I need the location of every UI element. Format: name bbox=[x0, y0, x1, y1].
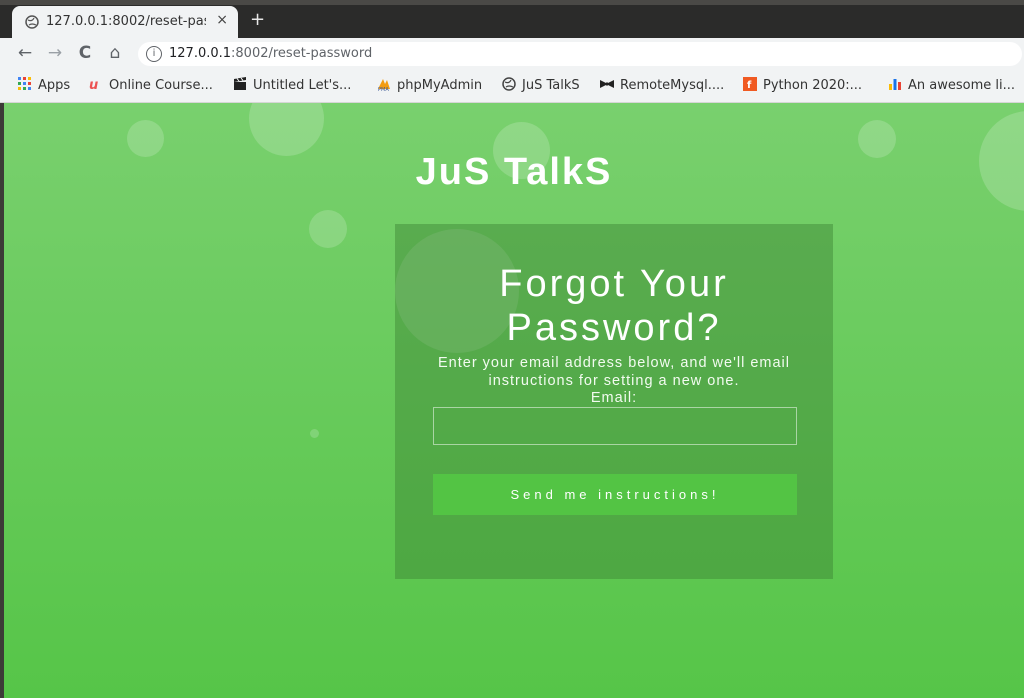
udemy-icon: u bbox=[89, 78, 98, 91]
instructions-text: Enter your email address below, and we'l… bbox=[437, 355, 790, 389]
reload-button[interactable]: C bbox=[74, 42, 96, 64]
svg-text:f: f bbox=[747, 80, 752, 91]
bookmark-label: Python 2020:... bbox=[763, 78, 863, 93]
url-text: 127.0.0.1:8002/reset-password bbox=[169, 46, 372, 61]
bookmark-label: An awesome li... bbox=[908, 78, 1016, 93]
python-course-icon: f bbox=[743, 77, 757, 91]
email-label: Email: bbox=[590, 390, 638, 406]
bookmark-label: phpMyAdmin bbox=[397, 78, 483, 93]
browser-tab[interactable]: 127.0.0.1:8002/reset-pass × bbox=[12, 6, 238, 38]
send-instructions-button[interactable]: Send me instructions! bbox=[433, 474, 797, 515]
bar-chart-icon bbox=[889, 79, 901, 90]
svg-text:PMA: PMA bbox=[378, 87, 389, 91]
site-info-icon[interactable]: i bbox=[146, 46, 162, 62]
phpmyadmin-icon: PMA bbox=[378, 79, 390, 91]
site-brand[interactable]: JuS TalkS bbox=[4, 151, 1024, 194]
globe-icon bbox=[25, 15, 39, 29]
email-field[interactable] bbox=[433, 407, 797, 445]
tab-title: 127.0.0.1:8002/reset-pass bbox=[46, 14, 206, 29]
bookmark-phpmyadmin[interactable]: PMA phpMyAdmin bbox=[377, 77, 482, 95]
decorative-bubble bbox=[310, 429, 319, 438]
bookmark-online-course[interactable]: u Online Course... bbox=[89, 77, 213, 95]
bookmark-remotemysql[interactable]: RemoteMysql.... bbox=[600, 77, 724, 95]
clapperboard-icon bbox=[234, 77, 246, 90]
globe-icon bbox=[502, 77, 516, 91]
bookmark-untitled[interactable]: Untitled Let's... bbox=[233, 77, 351, 95]
bookmark-label: JuS TalkS bbox=[522, 78, 580, 93]
home-button[interactable]: ⌂ bbox=[104, 42, 126, 64]
reset-password-card: Forgot Your Password? Enter your email a… bbox=[395, 224, 833, 579]
url-host: 127.0.0.1 bbox=[169, 46, 232, 61]
svg-text:u: u bbox=[89, 78, 98, 91]
bookmarks-bar: Apps u Online Course... Untitled Let's...… bbox=[0, 70, 1024, 103]
bookmark-apps[interactable]: Apps bbox=[18, 77, 70, 95]
title-strip bbox=[0, 0, 1024, 5]
browser-tab-bar: 127.0.0.1:8002/reset-pass × + bbox=[0, 0, 1024, 38]
bowtie-icon bbox=[600, 80, 614, 88]
back-button[interactable]: ← bbox=[14, 42, 36, 64]
bookmark-jus-talks[interactable]: JuS TalkS bbox=[502, 77, 580, 95]
apps-grid-icon bbox=[18, 77, 31, 90]
bookmark-label: Online Course... bbox=[109, 78, 213, 93]
forward-button[interactable]: → bbox=[44, 42, 66, 64]
bookmark-label: RemoteMysql.... bbox=[620, 78, 725, 93]
browser-nav-bar: ← → C ⌂ i 127.0.0.1:8002/reset-password bbox=[0, 38, 1024, 70]
bookmark-awesome-list[interactable]: An awesome li... bbox=[888, 77, 1015, 95]
page-title: Forgot Your Password? bbox=[499, 263, 729, 349]
tab-close-icon[interactable]: × bbox=[216, 12, 228, 28]
decorative-bubble bbox=[309, 210, 347, 248]
reset-password-page: JuS TalkS Forgot Your Password? Enter yo… bbox=[4, 103, 1024, 698]
bookmark-label: Apps bbox=[38, 78, 71, 93]
bookmark-label: Untitled Let's... bbox=[253, 78, 352, 93]
url-path: :8002/reset-password bbox=[231, 46, 373, 61]
address-bar[interactable]: i 127.0.0.1:8002/reset-password bbox=[138, 42, 1022, 66]
bookmark-python-2020[interactable]: f Python 2020:... bbox=[743, 77, 862, 95]
new-tab-button[interactable]: + bbox=[250, 9, 265, 30]
decorative-bubble bbox=[249, 103, 324, 156]
